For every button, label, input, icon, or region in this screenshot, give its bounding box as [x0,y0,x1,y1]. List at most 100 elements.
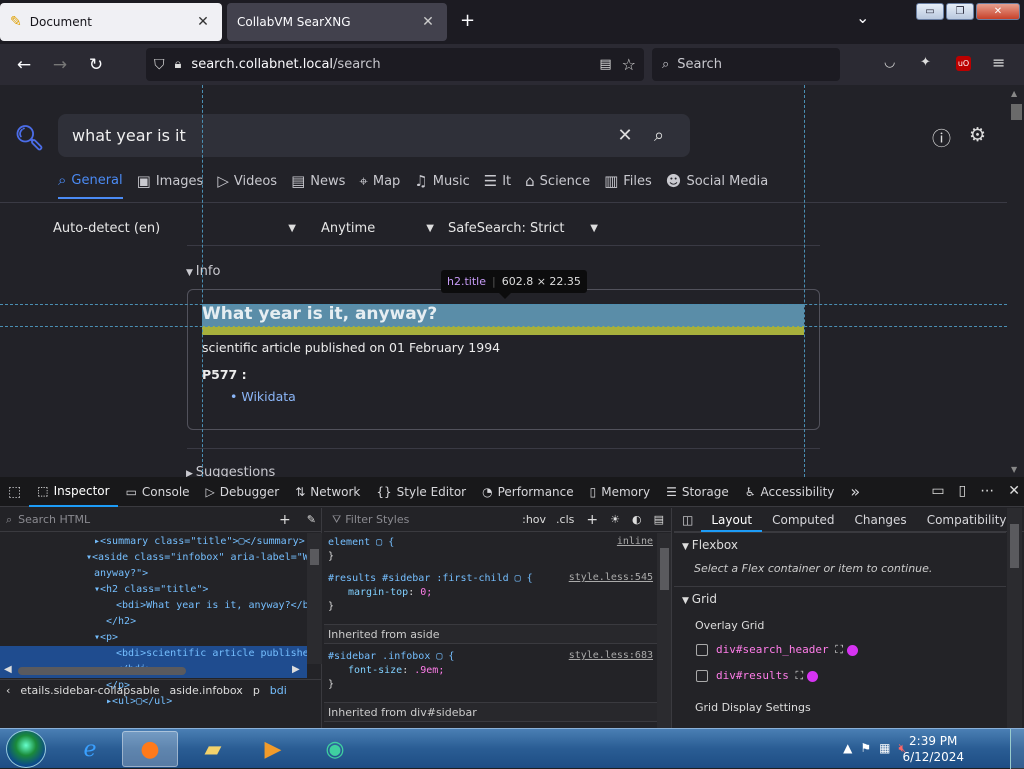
tab-map[interactable]: ⌖ Map [359,171,400,199]
css-declaration[interactable]: margin-top: 0; [328,586,658,600]
rule-source-link[interactable]: style.less:545 [569,572,653,583]
add-node-icon[interactable]: + [279,512,291,528]
close-devtools-icon[interactable]: ✕ [1008,483,1020,499]
scrollbar-thumb[interactable] [1011,104,1022,120]
searxng-logo-icon[interactable]: 🔍︎ [14,124,44,152]
clear-icon[interactable]: ✕ [608,125,642,146]
scrollbar-thumb[interactable] [1010,524,1019,568]
devtools-tab-inspector[interactable]: ⬚ Inspector [29,477,118,507]
flag-icon[interactable]: ⚑ [860,741,871,756]
safesearch-select[interactable]: SafeSearch: Strict ▼ [448,221,598,236]
time-range-select[interactable]: Anytime ▼ [321,221,434,236]
grid-checkbox[interactable] [696,644,708,656]
new-tab-button[interactable]: + [460,10,475,31]
scrollbar-thumb[interactable] [660,548,669,590]
toggle-sidebar-icon[interactable]: ◫ [674,508,701,532]
filter-styles-input[interactable]: Filter Styles [345,513,522,526]
reader-view-icon[interactable]: ▤ [599,57,611,72]
scroll-left-icon[interactable]: ◀ [4,664,12,675]
print-media-icon[interactable]: ▤ [654,513,664,526]
show-desktop-button[interactable] [1010,729,1024,769]
devtools-tab-style-editor[interactable]: {} Style Editor [368,477,474,507]
app-icon[interactable]: ◉ [307,731,363,767]
devtools-tab-debugger[interactable]: ▷ Debugger [198,477,288,507]
language-select[interactable]: Auto-detect (en) ▼ [53,221,296,236]
devtools-tab-performance[interactable]: ◔ Performance [474,477,582,507]
breadcrumb-item[interactable]: etails.sidebar-collapsable [20,684,159,697]
breadcrumb-item[interactable]: bdi [270,684,287,697]
scroll-right-icon[interactable]: ▶ [292,664,300,675]
media-player-icon[interactable]: ▶ [245,731,301,767]
breadcrumb-item[interactable]: aside.infobox [170,684,243,697]
scroll-down-icon[interactable]: ▼ [1011,465,1017,474]
search-submit-icon[interactable]: ⌕ [642,125,676,146]
network-icon[interactable]: ▦ [879,741,890,756]
ublock-icon[interactable]: uO [956,56,971,71]
sidebar-tab-layout[interactable]: Layout [701,508,763,532]
forward-icon[interactable]: → [42,55,78,75]
info-icon[interactable]: ⓘ [932,124,951,151]
dark-theme-icon[interactable]: ◐ [632,513,642,526]
suggestions-toggle[interactable]: ▶ Suggestions [186,465,275,477]
sidebar-tab-compatibility[interactable]: Compatibility [917,508,1017,532]
url-bar[interactable]: ⛉ 🔒︎ search.collabnet.local/search ▤ ☆ [146,48,644,81]
grid-section[interactable]: ▼ Grid [674,586,1006,610]
sidebar-tab-computed[interactable]: Computed [762,508,844,532]
markup-node[interactable]: ▾<p> [0,630,307,646]
light-theme-icon[interactable]: ☀ [610,513,620,526]
markup-node[interactable]: <bdi>What year is it, anyway?</b [0,598,307,614]
devtools-tab-console[interactable]: ▭ Console [118,477,198,507]
add-rule-icon[interactable]: + [586,512,598,528]
grid-color-swatch[interactable] [807,670,819,682]
devtools-tab-memory[interactable]: ▯ Memory [582,477,658,507]
url-text[interactable]: search.collabnet.local/search [191,57,589,72]
rules-scrollbar[interactable] [657,533,671,728]
markup-node[interactable]: </h2> [0,614,307,630]
gear-icon[interactable]: ⚙ [969,124,986,146]
sidebar-tab-changes[interactable]: Changes [844,508,916,532]
dock-icon[interactable]: ▭ [931,483,944,499]
browser-search-bar[interactable]: ⌕ Search [652,48,840,81]
extensions-icon[interactable]: ✦ [920,55,931,70]
devtools-tab-network[interactable]: ⇅ Network [287,477,368,507]
tab-news[interactable]: ▤ News [291,171,345,199]
show-hidden-icons[interactable]: ▲ [843,741,852,756]
shield-icon[interactable]: ⛉ [154,57,165,73]
breadcrumb-item[interactable]: p [253,684,260,697]
scrollbar-thumb[interactable] [310,549,319,565]
eyedropper-icon[interactable]: ✎ [307,513,316,526]
close-tab-icon[interactable]: ✕ [419,14,437,30]
responsive-icon[interactable]: ▯ [959,483,967,499]
tab-general[interactable]: ⌕ General [58,171,123,199]
grid-item-results[interactable]: div#results ⛶ [696,669,819,683]
rule-selector[interactable]: element ▢ { [328,536,658,550]
search-query[interactable]: what year is it [72,126,608,145]
tab-social-media[interactable]: ☻ Social Media [666,171,768,199]
markup-node[interactable]: anyway?"> [0,566,307,582]
start-button[interactable] [6,730,46,768]
tab-document[interactable]: ✎ Document ✕ [0,3,222,41]
tab-science[interactable]: ⌂ Science [525,171,590,199]
html-horizontal-scrollbar[interactable]: ◀ ▶ [0,664,307,678]
tab-images[interactable]: ▣ Images [137,171,204,199]
markup-node[interactable]: ▾<aside class="infobox" aria-label="W [0,550,307,566]
html-scrollbar[interactable] [307,533,322,664]
bookmark-star-icon[interactable]: ☆ [622,55,636,74]
restore-button[interactable]: ❐ [946,3,974,20]
tab-searxng[interactable]: CollabVM SearXNG ✕ [227,3,447,41]
more-tabs-icon[interactable]: » [842,477,868,507]
devtools-tab-storage[interactable]: ☰ Storage [658,477,737,507]
close-window-button[interactable]: ✕ [976,3,1020,20]
markup-node[interactable]: <bdi>scientific article publishe [0,646,307,662]
page-scrollbar[interactable]: ▲ ▼ [1007,85,1024,477]
menu-icon[interactable]: ≡ [992,53,1005,72]
grid-item-search-header[interactable]: div#search_header ⛶ [696,643,858,657]
lock-icon[interactable]: 🔒︎ [175,57,182,72]
grid-checkbox[interactable] [696,670,708,682]
markup-node[interactable]: ▸<summary class="title">▢</summary> [0,534,307,550]
devtools-tab-accessibility[interactable]: ♿︎ Accessibility [737,477,843,507]
chevron-left-icon[interactable]: ‹ [6,684,10,697]
crosshair-icon[interactable]: ⛶ [795,669,803,682]
pick-element-icon[interactable]: ⬚ [0,477,29,507]
scrollbar-thumb[interactable] [18,667,186,675]
